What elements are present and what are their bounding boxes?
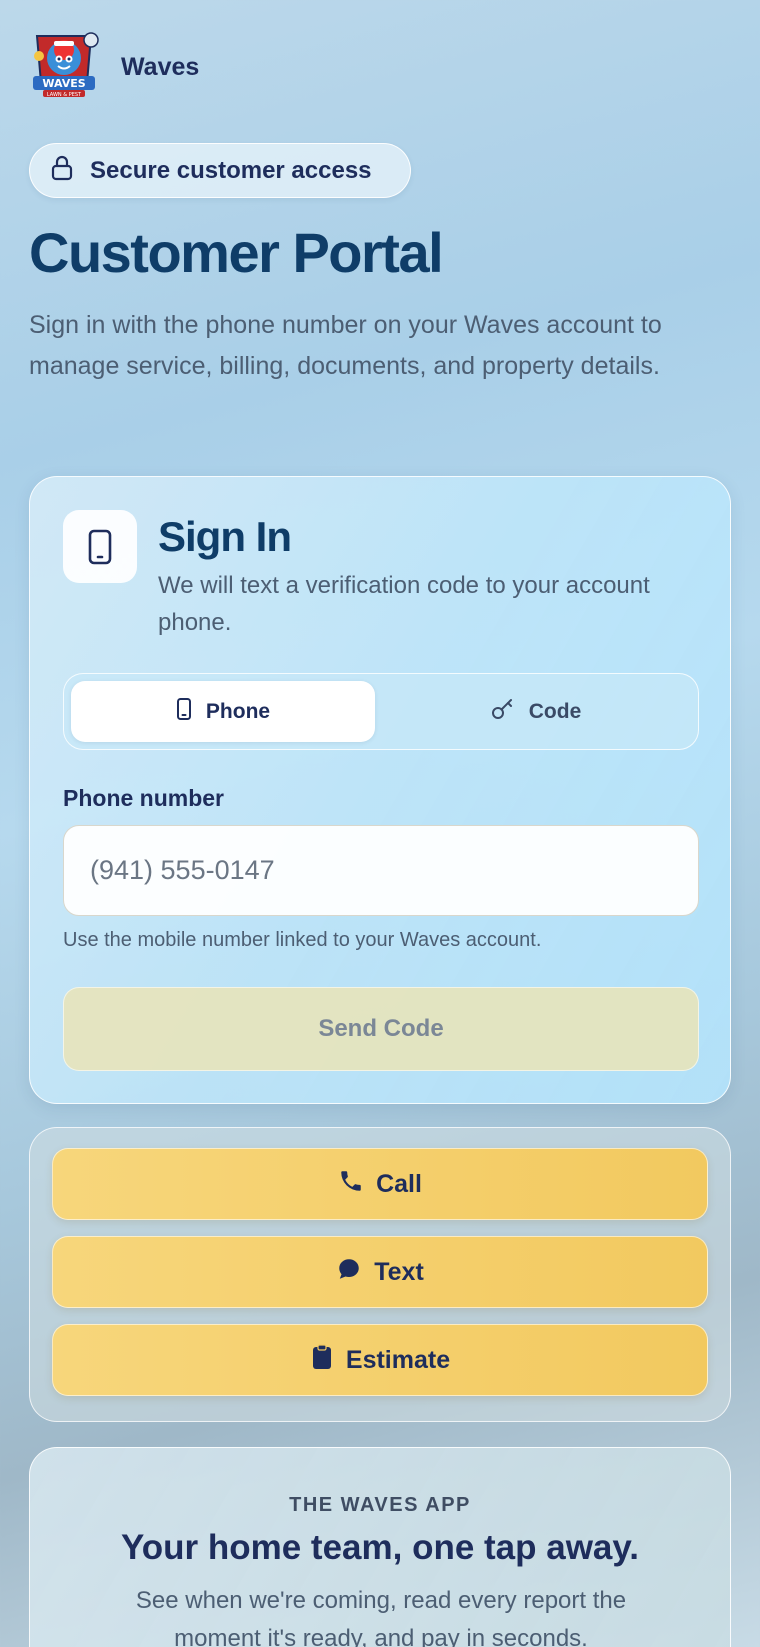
brand-name: Waves (121, 52, 200, 81)
promo-title: Your home team, one tap away. (121, 1528, 639, 1567)
phone-device-icon (63, 510, 137, 583)
lock-icon (50, 155, 74, 186)
phone-device-icon (176, 697, 206, 726)
call-button[interactable]: Call (52, 1148, 708, 1220)
brand[interactable]: WAVES LAWN & PEST Waves (29, 28, 199, 106)
phone-helper-text: Use the mobile number linked to your Wav… (63, 929, 542, 951)
tab-code[interactable]: Code (384, 681, 688, 742)
page-title: Customer Portal (29, 221, 444, 284)
clipboard-icon (310, 1343, 346, 1377)
chat-bubble-icon (336, 1256, 374, 1289)
phone-icon (338, 1168, 376, 1201)
call-label: Call (376, 1169, 422, 1198)
sign-in-card: Sign In We will text a verification code… (29, 476, 731, 1104)
contact-actions-card: Call Text Estimate (29, 1127, 731, 1422)
sign-in-title: Sign In (158, 513, 292, 560)
key-icon (491, 698, 529, 726)
page-subtitle: Sign in with the phone number on your Wa… (29, 311, 662, 380)
phone-number-label: Phone number (63, 785, 225, 811)
badge-label: Secure customer access (90, 156, 372, 184)
text-button[interactable]: Text (52, 1236, 708, 1308)
promo-eyebrow: THE WAVES APP (289, 1494, 471, 1516)
promo-description: See when we're coming, read every report… (135, 1587, 627, 1647)
waves-logo: WAVES LAWN & PEST (29, 28, 99, 106)
secure-access-badge: Secure customer access (29, 143, 411, 198)
logo-text: WAVES (42, 77, 85, 90)
sign-in-description: We will text a verification code to your… (158, 572, 650, 636)
text-label: Text (374, 1257, 424, 1286)
app-promo-card: THE WAVES APP Your home team, one tap aw… (29, 1447, 731, 1647)
logo-subtext: LAWN & PEST (47, 92, 82, 98)
send-code-button[interactable]: Send Code (63, 987, 699, 1071)
tab-code-label: Code (528, 699, 582, 723)
phone-number-input[interactable] (63, 825, 699, 916)
tab-phone[interactable]: Phone (71, 681, 375, 742)
tab-phone-label: Phone (205, 699, 271, 723)
customer-portal-page: WAVES LAWN & PEST Waves Secure customer … (0, 0, 760, 1647)
estimate-button[interactable]: Estimate (52, 1324, 708, 1396)
estimate-label: Estimate (345, 1345, 451, 1374)
sign-in-method-tabs: Phone Code (63, 673, 699, 750)
